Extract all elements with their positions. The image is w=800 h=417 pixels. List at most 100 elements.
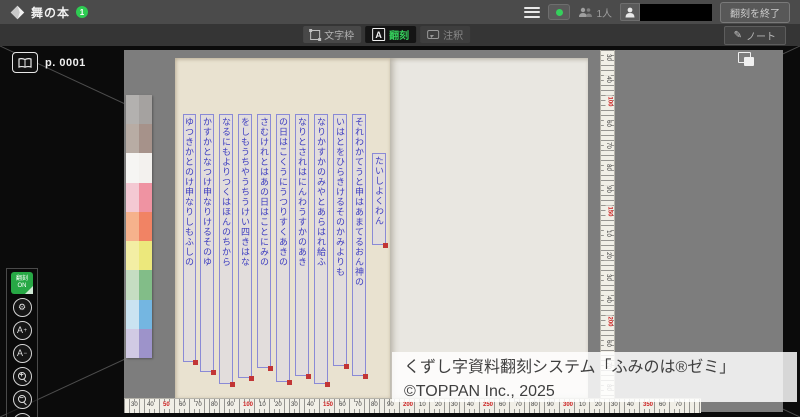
- tape-number: 80: [370, 402, 379, 409]
- tape-number: 50: [162, 402, 171, 409]
- text-column-box[interactable]: たいしよくわん: [372, 153, 386, 245]
- top-bar: 舞の本 1 1人 翻刻を終了: [0, 0, 800, 24]
- note-button[interactable]: ✎ ノート: [724, 26, 786, 45]
- tape-number: 70: [604, 141, 611, 150]
- tape-number: 100: [242, 402, 254, 409]
- tape-number: 30: [130, 402, 139, 409]
- transcription-text: なるにもよりつくはほんのちから: [220, 115, 232, 383]
- tape-number: 20: [274, 402, 283, 409]
- zoom-out-button[interactable]: −: [13, 390, 32, 409]
- transcription-text: それわかてうと申はあまてるおん神の: [353, 115, 365, 375]
- column-end-marker-icon: [306, 374, 311, 379]
- tape-number: 80: [210, 402, 219, 409]
- hamburger-menu-icon[interactable]: [524, 7, 540, 18]
- tape-number: 10: [604, 229, 611, 238]
- char-frame-mode-button[interactable]: 文字枠: [303, 26, 361, 43]
- char-frame-label: 文字枠: [324, 27, 354, 42]
- app-logo-diamond-icon: [10, 5, 25, 20]
- text-column-box[interactable]: なるにもよりつくはほんのちから: [219, 114, 233, 384]
- participants-indicator: 1人: [578, 5, 612, 20]
- column-end-marker-icon: [325, 382, 330, 387]
- text-column-box[interactable]: なりとされはにんわうすかのあき: [295, 114, 309, 376]
- magnifier-minus-icon: −: [18, 395, 27, 404]
- tape-number: 150: [606, 205, 613, 217]
- tape-number: 90: [386, 402, 395, 409]
- copyright-line: ©TOPPAN Inc., 2025: [404, 380, 797, 404]
- zoom-in-button[interactable]: +: [13, 367, 32, 386]
- text-column-box[interactable]: ゆつきかとのけ申なりしもふしの: [183, 114, 196, 362]
- settings-button[interactable]: ⚙: [13, 298, 32, 317]
- text-column-box[interactable]: それわかてうと申はあまてるおん神の: [352, 114, 366, 376]
- transcription-visibility-toggle[interactable]: 翻刻 ON: [11, 272, 33, 294]
- transcription-mode-button[interactable]: A 翻刻: [365, 26, 416, 43]
- toggle-label-top: 翻刻: [16, 276, 28, 283]
- tape-number: 60: [604, 119, 611, 128]
- compare-pages-button[interactable]: [736, 50, 758, 70]
- tape-number: 40: [306, 402, 315, 409]
- manuscript-right-page[interactable]: [390, 58, 588, 398]
- connection-status-button[interactable]: [548, 4, 570, 20]
- tape-number: 40: [604, 75, 611, 84]
- transcription-label: 翻刻: [389, 27, 409, 42]
- font-decrease-button[interactable]: A−: [13, 344, 32, 363]
- tape-number: 10: [258, 402, 267, 409]
- color-calibration-chart: [126, 95, 152, 358]
- end-transcription-button[interactable]: 翻刻を終了: [720, 2, 790, 23]
- annotation-label: 注釈: [443, 27, 463, 42]
- tape-number: 150: [322, 402, 334, 409]
- system-name: くずし字資料翻刻システム「ふみのは®ゼミ」: [404, 356, 797, 380]
- column-end-marker-icon: [363, 374, 368, 379]
- tape-number: 60: [604, 339, 611, 348]
- transcription-app: 舞の本 1 1人 翻刻を終了: [0, 0, 800, 417]
- image-viewer[interactable]: たいしよくわんそれわかてうと申はあまてるおん神のいはとをひらきけるそのかみよりも…: [0, 46, 800, 417]
- color-chart-row: [126, 124, 152, 153]
- fit-screen-button[interactable]: [13, 413, 32, 417]
- letter-a-icon: A: [372, 28, 385, 41]
- user-name-redacted: [640, 4, 712, 21]
- column-end-marker-icon: [211, 370, 216, 375]
- color-chart-row: [126, 241, 152, 270]
- pencil-icon: ✎: [734, 30, 742, 41]
- transcription-text: の日はこくうにうつりすくあきの: [277, 115, 289, 381]
- note-label: ノート: [746, 28, 776, 43]
- tape-number: 200: [606, 315, 613, 327]
- book-icon[interactable]: [12, 52, 38, 73]
- transcription-text: ゆつきかとのけ申なりしもふしの: [184, 115, 195, 361]
- tape-number: 60: [338, 402, 347, 409]
- column-end-marker-icon: [193, 360, 198, 365]
- tape-number: 30: [604, 53, 611, 62]
- tape-number: 90: [604, 185, 611, 194]
- column-end-marker-icon: [287, 380, 292, 385]
- column-end-marker-icon: [268, 366, 273, 371]
- speech-bubble-icon: [427, 30, 439, 39]
- participants-count: 1人: [596, 5, 612, 20]
- font-increase-button[interactable]: A+: [13, 321, 32, 340]
- toggle-label-bottom: ON: [18, 283, 27, 290]
- transcription-text: なりかすかのみやとあらはれ給ふ: [315, 115, 327, 383]
- text-column-box[interactable]: をしもうちやうちうけい四きはな: [238, 114, 252, 378]
- tape-number: 60: [178, 402, 187, 409]
- color-chart-row: [126, 300, 152, 329]
- color-chart-row: [126, 270, 152, 299]
- tape-number: 80: [604, 163, 611, 172]
- column-end-marker-icon: [249, 376, 254, 381]
- status-badge: 1: [76, 6, 88, 18]
- tape-number: 30: [604, 273, 611, 282]
- color-chart-row: [126, 329, 152, 358]
- user-chip[interactable]: [620, 3, 712, 21]
- text-column-box[interactable]: かすかとなつけ申なりけるそのゆ: [200, 114, 214, 372]
- text-column-box[interactable]: さむけれとはあの日はことにみの: [257, 114, 271, 368]
- text-column-box[interactable]: の日はこくうにうつりすくあきの: [276, 114, 290, 382]
- user-icon: [620, 3, 640, 21]
- page-number: p. 0001: [45, 57, 86, 69]
- transcription-text: さむけれとはあの日はことにみの: [258, 115, 270, 367]
- page-indicator: p. 0001: [12, 52, 86, 73]
- text-column-box[interactable]: なりかすかのみやとあらはれ給ふ: [314, 114, 328, 384]
- annotation-mode-button[interactable]: 注釈: [420, 26, 470, 43]
- color-chart-row: [126, 212, 152, 241]
- system-copyright-overlay: くずし字資料翻刻システム「ふみのは®ゼミ」 ©TOPPAN Inc., 2025: [392, 352, 797, 402]
- color-chart-row: [126, 183, 152, 212]
- color-chart-row: [126, 153, 152, 182]
- tape-number: 40: [604, 295, 611, 304]
- text-column-box[interactable]: いはとをひらきけるそのかみよりも: [333, 114, 347, 366]
